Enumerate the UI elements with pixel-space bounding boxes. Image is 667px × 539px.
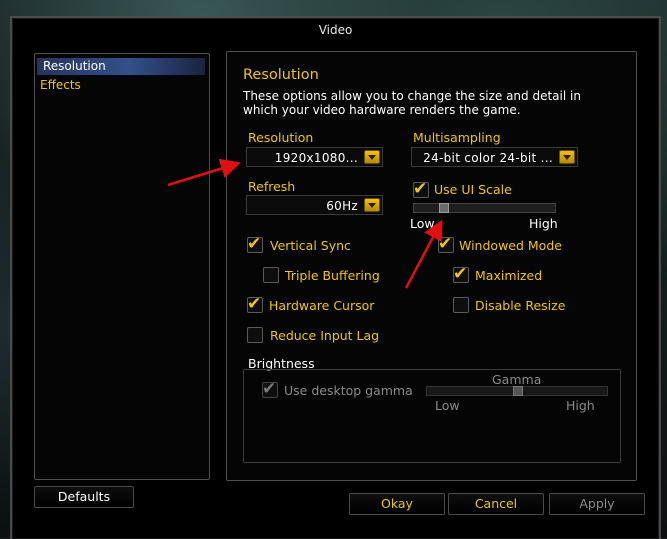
- okay-button[interactable]: Okay: [349, 493, 445, 515]
- check-icon: ✔: [247, 294, 262, 314]
- resolution-value: 1920x1080...: [274, 151, 358, 165]
- check-icon: ✔: [453, 264, 468, 284]
- description-line-1: These options allow you to change the si…: [243, 89, 581, 103]
- check-icon: ✔: [262, 379, 277, 399]
- brightness-group: ✔ Use desktop gamma Gamma Low High: [243, 369, 621, 463]
- window-title: Video: [318, 23, 353, 37]
- hardware-cursor-label: Hardware Cursor: [269, 298, 375, 313]
- sidebar-item-resolution[interactable]: Resolution: [37, 58, 205, 75]
- cancel-button[interactable]: Cancel: [448, 493, 544, 515]
- triple-buffering-checkbox[interactable]: [263, 267, 279, 283]
- disable-resize-label: Disable Resize: [475, 298, 566, 313]
- sidebar-item-effects[interactable]: Effects: [40, 78, 81, 92]
- refresh-label: Refresh: [248, 179, 296, 194]
- vertical-sync-checkbox[interactable]: ✔: [247, 234, 263, 254]
- gamma-label: Gamma: [492, 372, 542, 387]
- use-desktop-gamma-label: Use desktop gamma: [284, 383, 413, 398]
- use-desktop-gamma-checkbox[interactable]: ✔: [262, 379, 278, 399]
- gamma-slider[interactable]: [426, 386, 608, 396]
- category-sidebar: Resolution Effects: [34, 53, 210, 480]
- windowed-mode-checkbox[interactable]: ✔: [438, 234, 454, 254]
- multisampling-dropdown[interactable]: 24-bit color 24-bit ...: [411, 147, 578, 167]
- refresh-value: 60Hz: [326, 199, 358, 213]
- check-icon: ✔: [438, 234, 453, 254]
- chevron-down-icon[interactable]: [364, 198, 380, 212]
- maximized-label: Maximized: [475, 268, 543, 283]
- ui-scale-high-label: High: [529, 216, 558, 231]
- resolution-label: Resolution: [248, 130, 314, 145]
- check-icon: ✔: [413, 179, 428, 199]
- refresh-dropdown[interactable]: 60Hz: [246, 195, 383, 215]
- reduce-input-lag-checkbox[interactable]: [247, 327, 263, 343]
- use-ui-scale-checkbox[interactable]: ✔: [413, 179, 429, 199]
- resolution-panel: Resolution These options allow you to ch…: [226, 51, 637, 481]
- ui-scale-low-label: Low: [410, 216, 435, 231]
- maximized-checkbox[interactable]: ✔: [453, 264, 469, 284]
- hardware-cursor-checkbox[interactable]: ✔: [247, 294, 263, 314]
- triple-buffering-label: Triple Buffering: [285, 268, 380, 283]
- reduce-input-lag-label: Reduce Input Lag: [270, 328, 380, 343]
- apply-button[interactable]: Apply: [549, 493, 645, 515]
- ui-scale-slider[interactable]: [413, 203, 556, 213]
- video-options-window: Video Resolution Effects Resolution Thes…: [10, 16, 661, 539]
- use-ui-scale-label: Use UI Scale: [434, 182, 512, 197]
- gamma-slider-thumb[interactable]: [513, 386, 523, 396]
- windowed-mode-label: Windowed Mode: [459, 238, 562, 253]
- chevron-down-icon[interactable]: [559, 150, 575, 164]
- defaults-button[interactable]: Defaults: [34, 486, 134, 508]
- multisampling-value: 24-bit color 24-bit ...: [423, 151, 553, 165]
- check-icon: ✔: [247, 234, 262, 254]
- gamma-high-label: High: [566, 398, 595, 413]
- vertical-sync-label: Vertical Sync: [270, 238, 351, 253]
- gamma-low-label: Low: [435, 398, 460, 413]
- chevron-down-icon[interactable]: [364, 150, 380, 164]
- resolution-dropdown[interactable]: 1920x1080...: [246, 147, 383, 167]
- description-line-2: which your video hardware renders the ga…: [243, 103, 521, 117]
- ui-scale-slider-thumb[interactable]: [439, 203, 449, 213]
- page-title: Resolution: [243, 67, 319, 83]
- multisampling-label: Multisampling: [413, 130, 501, 145]
- disable-resize-checkbox[interactable]: [453, 297, 469, 313]
